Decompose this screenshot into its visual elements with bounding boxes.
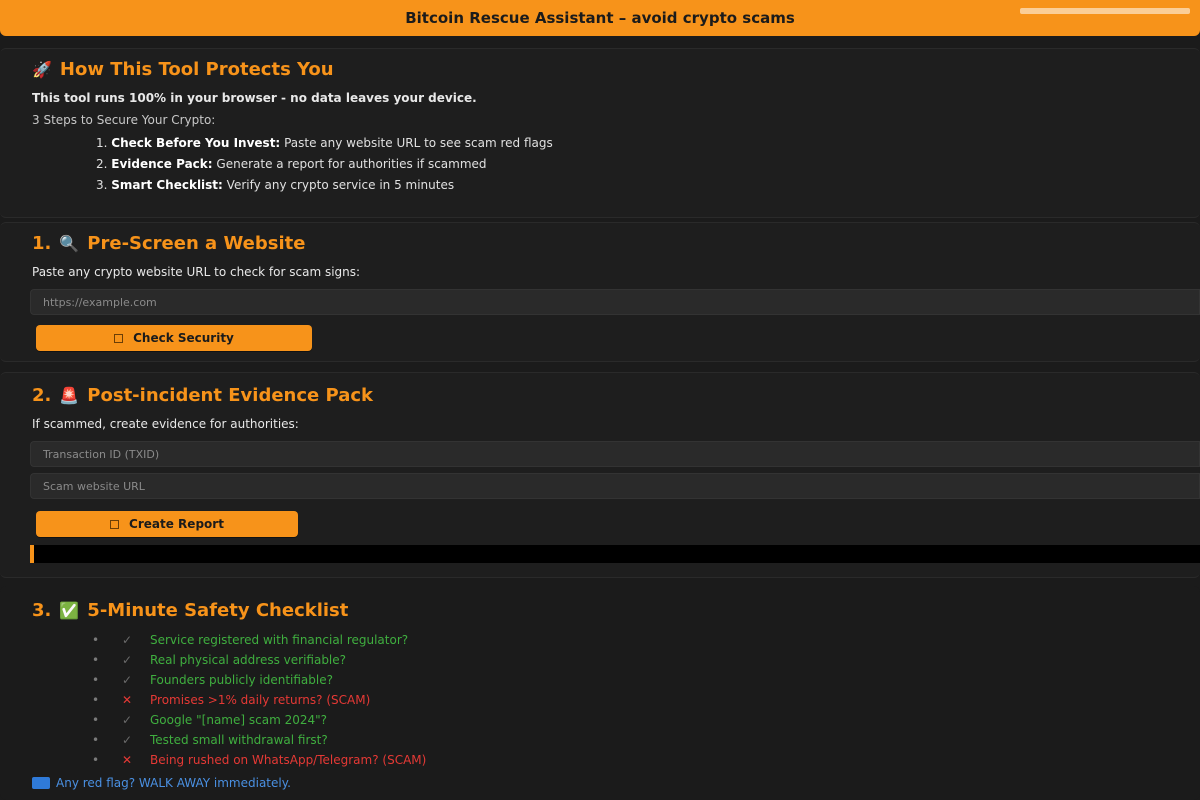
- book-icon: [32, 777, 50, 789]
- check-icon: ✓: [122, 673, 133, 687]
- bullet-icon: •: [92, 733, 100, 747]
- checklist-heading: 3. ✅ 5-Minute Safety Checklist: [32, 600, 349, 621]
- safety-checklist: • ✓ Service registered with financial re…: [92, 630, 426, 770]
- check-icon: ✓: [122, 633, 133, 647]
- step-title: Evidence Pack:: [111, 157, 213, 171]
- step-desc: Paste any website URL to see scam red fl…: [284, 136, 553, 150]
- report-output-area: [30, 545, 1200, 563]
- step-item: 3. Smart Checklist: Verify any crypto se…: [96, 178, 455, 192]
- step-desc: Generate a report for authorities if sca…: [216, 157, 487, 171]
- steps-intro: 3 Steps to Secure Your Crypto:: [32, 113, 216, 127]
- walk-away-note: Any red flag? WALK AWAY immediately.: [32, 776, 291, 790]
- info-section: 🚀 How This Tool Protects You This tool r…: [0, 48, 1200, 218]
- step-desc: Verify any crypto service in 5 minutes: [226, 178, 455, 192]
- website-url-input[interactable]: [30, 289, 1200, 315]
- list-item: • ✕ Promises >1% daily returns? (SCAM): [92, 690, 426, 710]
- checkbox-glyph-icon: [110, 519, 120, 529]
- steps-list: 1. Check Before You Invest: Paste any we…: [96, 133, 553, 196]
- list-item: • ✓ Service registered with financial re…: [92, 630, 426, 650]
- banner-title: Bitcoin Rescue Assistant – avoid crypto …: [405, 9, 795, 27]
- prescreen-instruction: Paste any crypto website URL to check fo…: [32, 265, 361, 279]
- app-banner: Bitcoin Rescue Assistant – avoid crypto …: [0, 0, 1200, 36]
- check-mark-icon: ✅: [59, 601, 80, 620]
- prescreen-heading-text: Pre-Screen a Website: [87, 233, 306, 254]
- prescreen-heading: 1. 🔍 Pre-Screen a Website: [32, 233, 306, 254]
- check-icon: ✓: [122, 653, 133, 667]
- txid-input[interactable]: [30, 441, 1200, 467]
- scam-url-input[interactable]: [30, 473, 1200, 499]
- checklist-section: 3. ✅ 5-Minute Safety Checklist • ✓ Servi…: [0, 586, 1200, 800]
- checkbox-glyph-icon: [114, 333, 124, 343]
- bullet-icon: •: [92, 753, 100, 767]
- prescreen-section: 1. 🔍 Pre-Screen a Website Paste any cryp…: [0, 222, 1200, 362]
- step-title: Smart Checklist:: [111, 178, 223, 192]
- privacy-note: This tool runs 100% in your browser - no…: [32, 91, 477, 105]
- cross-icon: ✕: [122, 753, 133, 767]
- evidence-heading: 2. 🚨 Post-incident Evidence Pack: [32, 385, 373, 406]
- banner-highlight: [1020, 8, 1190, 14]
- info-heading: 🚀 How This Tool Protects You: [32, 59, 334, 80]
- list-item: • ✓ Google "[name] scam 2024"?: [92, 710, 426, 730]
- evidence-section: 2. 🚨 Post-incident Evidence Pack If scam…: [0, 372, 1200, 578]
- siren-icon: 🚨: [59, 386, 80, 405]
- evidence-instruction: If scammed, create evidence for authorit…: [32, 417, 299, 431]
- rocket-icon: 🚀: [32, 60, 52, 79]
- magnifier-icon: 🔍: [59, 234, 80, 253]
- bullet-icon: •: [92, 713, 100, 727]
- list-item: • ✓ Real physical address verifiable?: [92, 650, 426, 670]
- evidence-heading-text: Post-incident Evidence Pack: [87, 385, 373, 406]
- create-report-button[interactable]: Create Report: [36, 511, 298, 537]
- check-security-button[interactable]: Check Security: [36, 325, 312, 351]
- info-heading-text: How This Tool Protects You: [59, 59, 334, 80]
- bullet-icon: •: [92, 693, 100, 707]
- step-item: 2. Evidence Pack: Generate a report for …: [96, 157, 487, 171]
- list-item: • ✓ Founders publicly identifiable?: [92, 670, 426, 690]
- step-item: 1. Check Before You Invest: Paste any we…: [96, 136, 553, 150]
- check-icon: ✓: [122, 733, 133, 747]
- checklist-heading-text: 5-Minute Safety Checklist: [87, 600, 349, 621]
- list-item: • ✕ Being rushed on WhatsApp/Telegram? (…: [92, 750, 426, 770]
- bullet-icon: •: [92, 673, 100, 687]
- bullet-icon: •: [92, 633, 100, 647]
- list-item: • ✓ Tested small withdrawal first?: [92, 730, 426, 750]
- check-icon: ✓: [122, 713, 133, 727]
- bullet-icon: •: [92, 653, 100, 667]
- step-title: Check Before You Invest:: [111, 136, 281, 150]
- cross-icon: ✕: [122, 693, 133, 707]
